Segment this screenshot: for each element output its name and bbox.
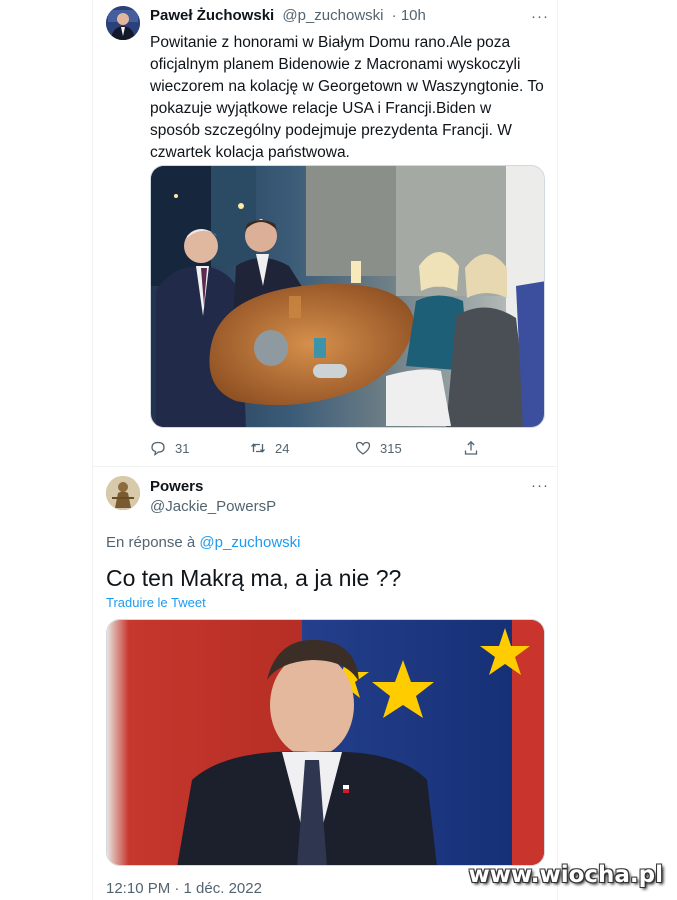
- heart-icon: [355, 441, 371, 455]
- author-handle[interactable]: @Jackie_PowersP: [150, 498, 276, 515]
- author-avatar[interactable]: [106, 476, 140, 510]
- reply-icon: [151, 441, 165, 456]
- dinner-photo: [151, 166, 544, 427]
- like-button[interactable]: 315: [355, 440, 402, 456]
- tweet-time[interactable]: 10h: [401, 7, 426, 24]
- share-button[interactable]: [463, 440, 479, 456]
- retweet-icon: [251, 443, 265, 453]
- author-name[interactable]: Paweł Żuchowski: [150, 7, 274, 24]
- more-horizontal-icon[interactable]: ···: [531, 9, 549, 24]
- retweet-count: 24: [275, 440, 290, 456]
- timeline-right-border: [557, 0, 558, 900]
- reply-button[interactable]: 31: [150, 440, 189, 456]
- reply-count: 31: [175, 440, 190, 456]
- author-name[interactable]: Powers: [150, 478, 203, 495]
- tweet-text: Powitanie z honorami w Białym Domu rano.…: [150, 34, 544, 161]
- reply-prefix: En réponse à: [106, 534, 196, 551]
- tweet-divider: [93, 466, 557, 467]
- reply-context: En réponse à @p_zuchowski: [106, 534, 301, 551]
- site-watermark: www.wiocha.pl: [468, 862, 663, 888]
- tweet-photo[interactable]: [106, 619, 545, 866]
- author-avatar[interactable]: [106, 6, 140, 40]
- timeline-left-border: [92, 0, 93, 900]
- reply-mention-link[interactable]: @p_zuchowski: [199, 534, 300, 551]
- more-horizontal-icon[interactable]: ···: [531, 478, 549, 493]
- tweet-text: Co ten Makrą ma, a ja nie ??: [106, 565, 402, 591]
- tweet-actions: 31 24 315: [150, 440, 545, 460]
- avatar-portrait-icon: [106, 6, 140, 40]
- author-handle[interactable]: @p_zuchowski: [282, 7, 383, 24]
- tweet-photo[interactable]: [150, 165, 545, 428]
- translate-link[interactable]: Traduire le Tweet: [106, 595, 206, 610]
- share-icon: [464, 440, 478, 455]
- retweet-button[interactable]: 24: [250, 440, 289, 456]
- like-count: 315: [380, 440, 402, 456]
- dot-separator: ·: [391, 7, 397, 24]
- tweet-header: Paweł Żuchowski @p_zuchowski · 10h: [150, 7, 426, 24]
- avatar-statue-icon: [106, 476, 140, 510]
- portrait-photo: [107, 620, 544, 865]
- tweet-timestamp[interactable]: 12:10 PM · 1 déc. 2022: [106, 880, 262, 897]
